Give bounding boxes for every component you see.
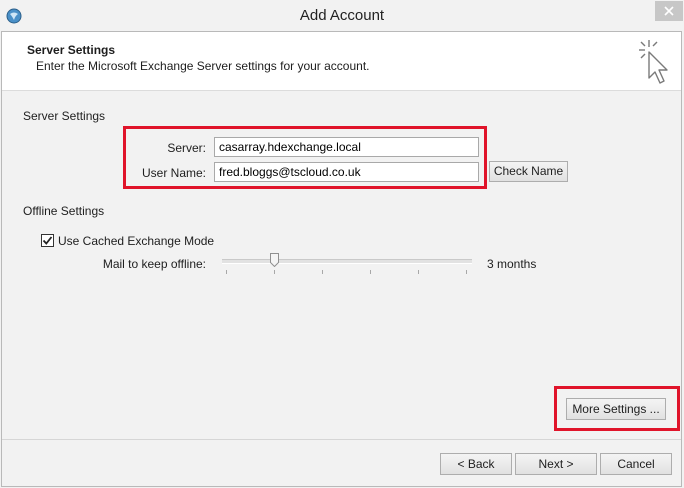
cancel-button[interactable]: Cancel (600, 453, 672, 475)
slider-tick (274, 270, 275, 274)
window-title: Add Account (299, 7, 385, 24)
slider-tick (370, 270, 371, 274)
footer-divider (2, 439, 681, 440)
server-settings-section-label: Server Settings (23, 109, 106, 123)
mail-keep-offline-label: Mail to keep offline: (102, 257, 206, 271)
slider-tick (226, 270, 227, 274)
next-button[interactable]: Next > (515, 453, 597, 475)
header-title: Server Settings (27, 43, 116, 57)
mail-keep-offline-slider-thumb[interactable] (270, 253, 279, 267)
slider-tick (466, 270, 467, 274)
close-icon (664, 6, 674, 16)
dialog-body: Server Settings Enter the Microsoft Exch… (1, 31, 682, 487)
cursor-click-icon (639, 40, 668, 84)
highlight-box-more-settings (554, 386, 680, 431)
dialog-header: Server Settings Enter the Microsoft Exch… (2, 32, 681, 91)
close-button[interactable] (655, 1, 683, 21)
mail-keep-offline-slider-track[interactable] (222, 259, 472, 264)
title-bar: Add Account (0, 0, 684, 31)
header-subtitle: Enter the Microsoft Exchange Server sett… (36, 59, 370, 73)
checkmark-icon (42, 236, 53, 245)
slider-tick (418, 270, 419, 274)
mail-keep-offline-value: 3 months (487, 257, 537, 271)
back-button[interactable]: < Back (440, 453, 512, 475)
cached-mode-label: Use Cached Exchange Mode (58, 234, 215, 248)
offline-settings-section-label: Offline Settings (23, 204, 105, 218)
highlight-box-server-fields (123, 126, 487, 189)
check-name-button[interactable]: Check Name (489, 161, 568, 182)
cached-mode-checkbox[interactable] (41, 234, 54, 247)
slider-tick (322, 270, 323, 274)
